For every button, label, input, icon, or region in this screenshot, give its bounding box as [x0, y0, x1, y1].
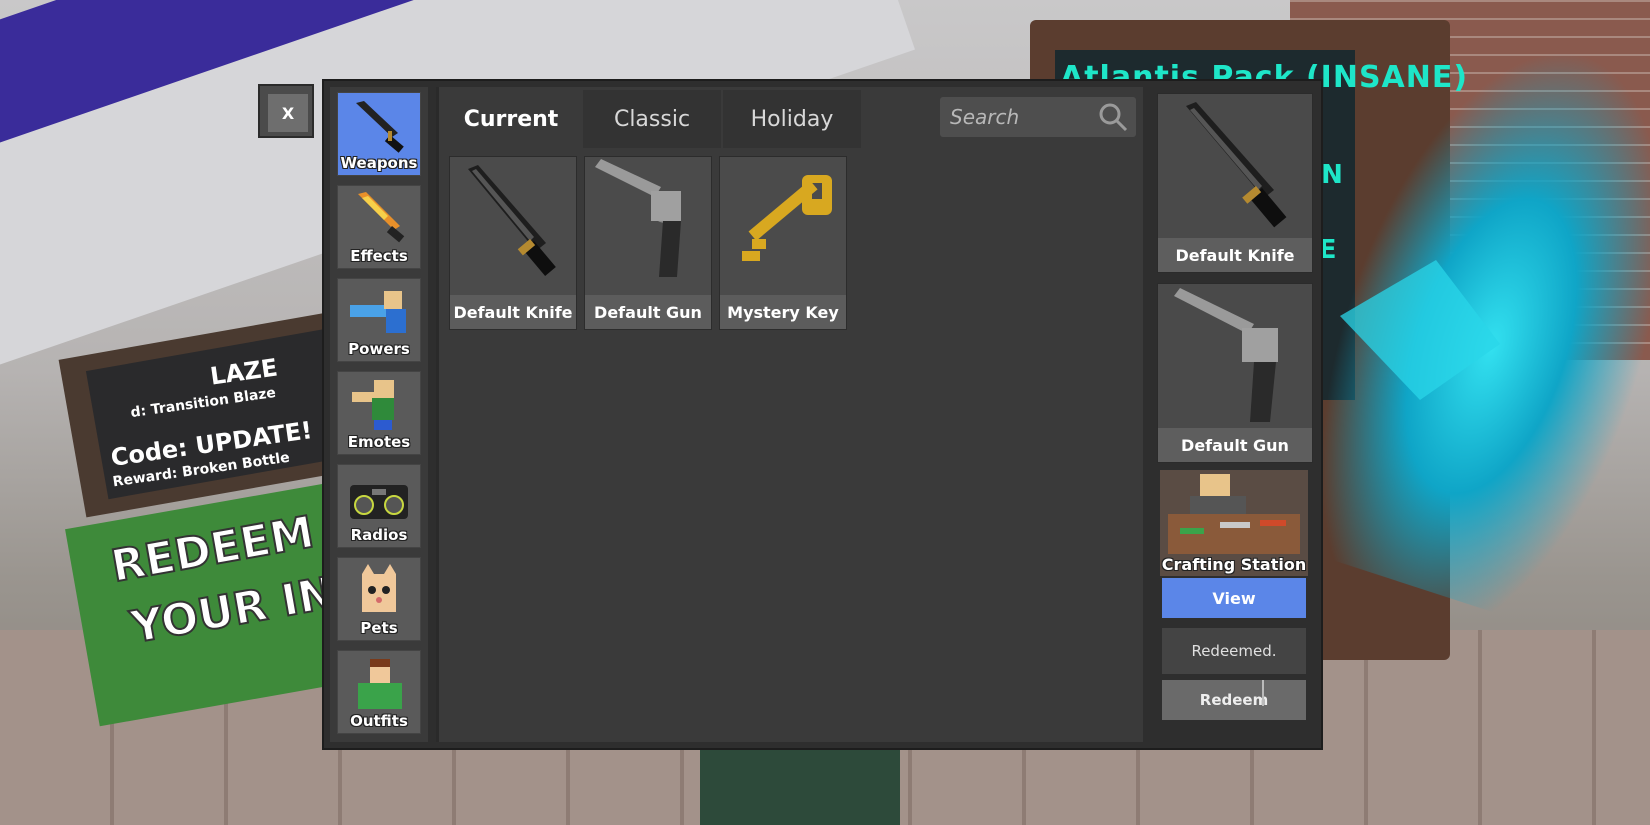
- item-default-gun[interactable]: Default Gun: [584, 156, 712, 330]
- category-label: Radios: [350, 526, 408, 544]
- category-outfits[interactable]: Outfits: [337, 650, 421, 734]
- equipped-knife[interactable]: Default Knife: [1157, 93, 1313, 273]
- emote-icon: [352, 380, 394, 430]
- revolver-icon: [1174, 288, 1278, 422]
- tab-holiday[interactable]: Holiday: [723, 90, 861, 148]
- category-effects[interactable]: Effects: [337, 185, 421, 269]
- revolver-icon: [595, 159, 681, 277]
- outfit-icon: [358, 659, 402, 709]
- flame-icon: [358, 192, 405, 243]
- search-icon[interactable]: [1098, 102, 1128, 132]
- item-mystery-key[interactable]: Mystery Key: [719, 156, 847, 330]
- search-box[interactable]: Search: [940, 97, 1136, 137]
- crafting-station-card: Crafting Station: [1160, 470, 1308, 576]
- crafting-station-label: Crafting Station: [1161, 555, 1307, 574]
- search-input[interactable]: Search: [950, 105, 1019, 129]
- knife-icon: [468, 165, 556, 277]
- knife-icon: [1186, 102, 1287, 228]
- category-label: Outfits: [350, 712, 408, 730]
- item-default-knife[interactable]: Default Knife: [449, 156, 577, 330]
- key-icon: [742, 175, 832, 261]
- radio-icon: [350, 485, 408, 519]
- redeem-button[interactable]: Redeem: [1162, 680, 1306, 720]
- equipped-label: Default Knife: [1158, 238, 1312, 272]
- item-label: Default Gun: [585, 295, 711, 329]
- tab-classic[interactable]: Classic: [583, 90, 721, 148]
- power-icon: [350, 291, 406, 333]
- category-powers[interactable]: Powers: [337, 278, 421, 362]
- category-label: Powers: [348, 340, 410, 358]
- tab-current[interactable]: Current: [442, 90, 580, 148]
- category-label: Effects: [350, 247, 408, 265]
- pet-icon: [362, 564, 396, 612]
- close-button[interactable]: X: [258, 84, 314, 138]
- view-button[interactable]: View: [1162, 578, 1306, 618]
- category-pets[interactable]: Pets: [337, 557, 421, 641]
- category-emotes[interactable]: Emotes: [337, 371, 421, 455]
- category-label: Emotes: [347, 433, 411, 451]
- item-label: Mystery Key: [720, 295, 846, 329]
- text-cursor-icon: [1262, 680, 1264, 706]
- equipped-gun[interactable]: Default Gun: [1157, 283, 1313, 463]
- close-button-label: X: [268, 94, 308, 132]
- equipped-label: Default Gun: [1158, 428, 1312, 462]
- category-weapons[interactable]: Weapons: [337, 92, 421, 176]
- category-label: Weapons: [340, 154, 418, 172]
- redeem-code-field[interactable]: Redeemed.: [1162, 628, 1306, 674]
- category-label: Pets: [360, 619, 398, 637]
- category-radios[interactable]: Radios: [337, 464, 421, 548]
- item-label: Default Knife: [450, 295, 576, 329]
- knife-icon: [356, 101, 404, 153]
- crafting-station-icon: [1168, 474, 1300, 554]
